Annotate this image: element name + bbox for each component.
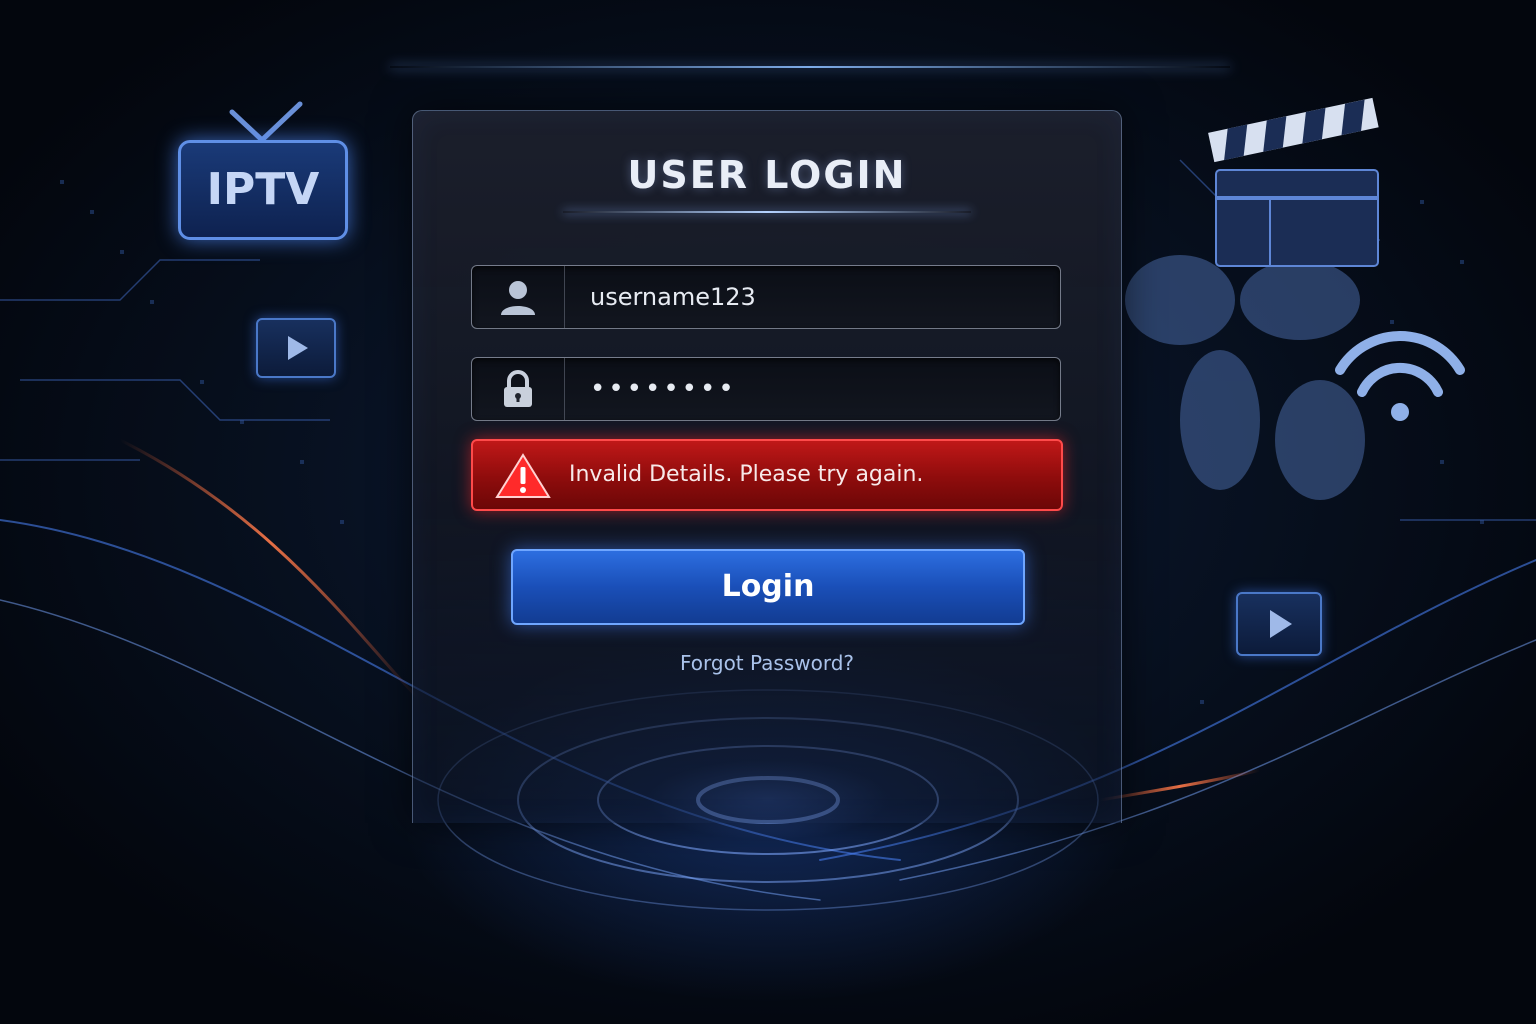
- play-icon: [256, 318, 336, 378]
- title-underline: [563, 211, 971, 213]
- lock-icon: [504, 370, 532, 407]
- username-field[interactable]: username123: [471, 265, 1061, 329]
- forgot-password-link[interactable]: Forgot Password?: [413, 651, 1121, 675]
- password-value[interactable]: ••••••••: [590, 358, 737, 420]
- error-banner: Invalid Details. Please try again.: [471, 439, 1063, 511]
- top-glow-line: [390, 66, 1230, 68]
- login-panel: USER LOGIN username123 •••••••• Invalid …: [412, 110, 1122, 823]
- iptv-badge-text: IPTV: [206, 164, 320, 215]
- login-screen: IPTV USER LOGIN username123 •••••••• Inv…: [0, 0, 1536, 1024]
- error-message: Invalid Details. Please try again.: [569, 462, 924, 487]
- username-value[interactable]: username123: [590, 266, 756, 328]
- play-icon: [1236, 592, 1322, 656]
- user-icon-cell: [472, 266, 565, 328]
- warning-icon: [495, 453, 551, 498]
- page-title: USER LOGIN: [627, 153, 907, 197]
- lock-icon-cell: [472, 358, 565, 420]
- password-field[interactable]: ••••••••: [471, 357, 1061, 421]
- iptv-tv-icon: IPTV: [178, 140, 348, 240]
- login-button[interactable]: Login: [511, 549, 1025, 625]
- user-icon: [501, 281, 535, 315]
